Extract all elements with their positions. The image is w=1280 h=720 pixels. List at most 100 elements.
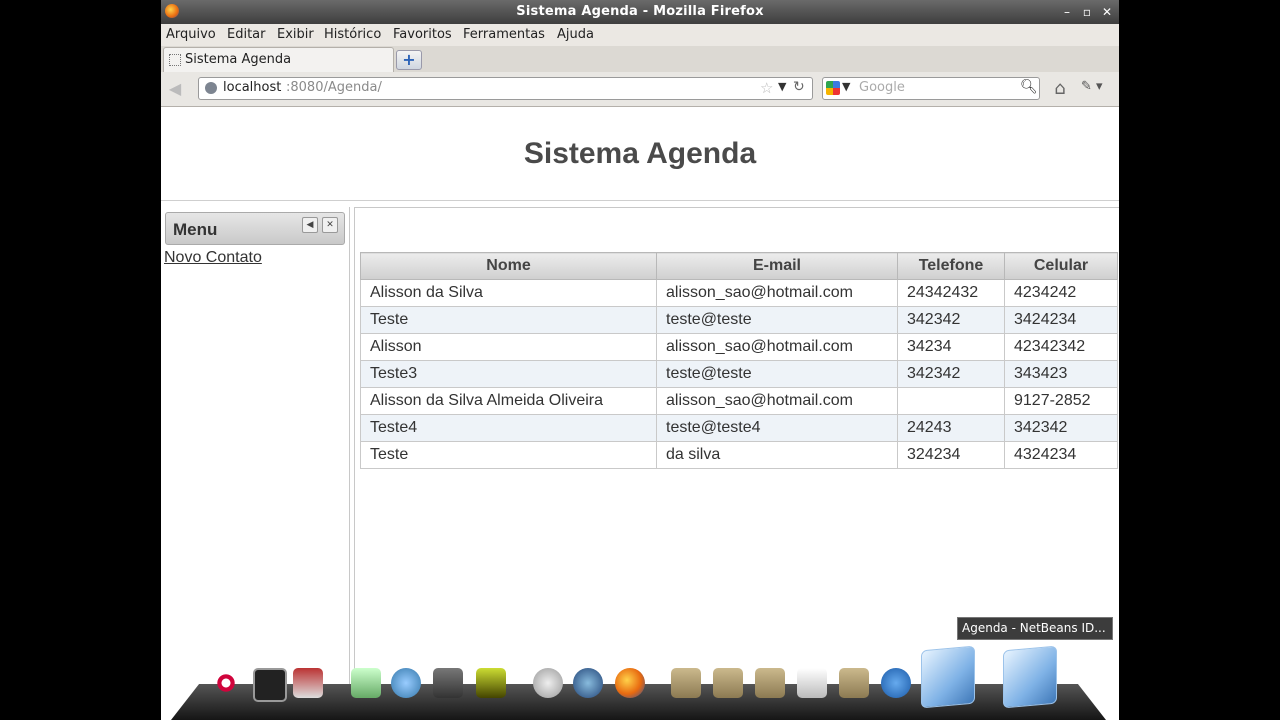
minimize-button[interactable]: – [1059, 4, 1075, 20]
tab-label: Sistema Agenda [185, 52, 292, 67]
url-bar[interactable]: localhost :8080/Agenda/ ☆ ▼ ↻ [198, 77, 813, 100]
gimp-icon[interactable] [433, 668, 463, 698]
page-icon [169, 54, 181, 66]
cell-celular: 343423 [1004, 360, 1118, 388]
table-row[interactable]: Alisson alisson_sao@hotmail.com 34234 42… [360, 333, 1118, 361]
netbeans-icon[interactable] [921, 645, 975, 709]
menu-panel-header: Menu ◀ ✕ [165, 212, 345, 245]
divider [161, 200, 1119, 201]
column-header-email[interactable]: E-mail [656, 252, 898, 280]
home-icon[interactable]: ⌂ [1049, 78, 1071, 99]
contacts-table: Nome E-mail Telefone Celular Alisson da … [360, 252, 1118, 469]
image-viewer-icon[interactable] [476, 668, 506, 698]
close-icon[interactable]: ✕ [322, 217, 338, 233]
cell-email: teste@teste [656, 306, 898, 334]
table-row[interactable]: Teste teste@teste 342342 3424234 [360, 306, 1118, 334]
search-bar[interactable]: ▼ Google 🔍︎ [822, 77, 1040, 100]
cell-email: alisson_sao@hotmail.com [656, 387, 898, 415]
menu-ferramentas[interactable]: Ferramentas [463, 27, 545, 42]
table-row[interactable]: Alisson da Silva Almeida Oliveira alisso… [360, 387, 1118, 415]
back-arrow-icon[interactable]: ◀ [165, 79, 185, 99]
cell-telefone: 24342432 [897, 279, 1005, 307]
downloads-folder-icon[interactable] [755, 668, 785, 698]
dock [171, 645, 1106, 720]
reload-icon[interactable]: ↻ [793, 79, 805, 95]
terminal-icon[interactable] [253, 668, 287, 702]
home-folder-icon[interactable] [713, 668, 743, 698]
cell-email: alisson_sao@hotmail.com [656, 279, 898, 307]
cell-telefone: 324234 [897, 441, 1005, 469]
novo-contato-link[interactable]: Novo Contato [164, 249, 262, 267]
chat-icon[interactable] [573, 668, 603, 698]
menu-title: Menu [173, 220, 218, 239]
menu-historico[interactable]: Histórico [324, 27, 381, 42]
table-row[interactable]: Alisson da Silva alisson_sao@hotmail.com… [360, 279, 1118, 307]
menu-editar[interactable]: Editar [227, 27, 266, 42]
table-header-row: Nome E-mail Telefone Celular [360, 252, 1118, 280]
accessibility-icon[interactable] [881, 668, 911, 698]
dock-tooltip: Agenda - NetBeans ID... [957, 617, 1113, 640]
cell-nome: Alisson da Silva Almeida Oliveira [360, 387, 657, 415]
collapse-icon[interactable]: ◀ [302, 217, 318, 233]
addon-icon[interactable]: ✎ ▾ [1081, 79, 1115, 97]
column-header-celular[interactable]: Celular [1004, 252, 1118, 280]
menu-ajuda[interactable]: Ajuda [557, 27, 594, 42]
cell-telefone [897, 387, 1005, 415]
google-icon[interactable] [826, 81, 840, 95]
text-editor-icon[interactable] [391, 668, 421, 698]
cell-nome: Teste [360, 306, 657, 334]
cell-telefone: 34234 [897, 333, 1005, 361]
cell-nome: Teste4 [360, 414, 657, 442]
new-tab-button[interactable]: + [396, 50, 422, 70]
cell-celular: 3424234 [1004, 306, 1118, 334]
title-bar[interactable]: Sistema Agenda - Mozilla Firefox – ▫ ✕ [161, 0, 1119, 24]
cell-celular: 42342342 [1004, 333, 1118, 361]
cell-email: da silva [656, 441, 898, 469]
cell-celular: 4234242 [1004, 279, 1118, 307]
chevron-down-icon[interactable]: ▼ [842, 80, 850, 93]
bookmark-star-icon[interactable]: ☆ [760, 79, 773, 97]
cell-celular: 342342 [1004, 414, 1118, 442]
debian-icon[interactable] [211, 668, 241, 698]
cell-email: teste@teste4 [656, 414, 898, 442]
package-manager-icon[interactable] [293, 668, 323, 698]
tab-sistema-agenda[interactable]: Sistema Agenda [163, 47, 394, 72]
menu-bar: Arquivo Editar Exibir Histórico Favorito… [161, 24, 1119, 46]
table-row[interactable]: Teste3 teste@teste 342342 343423 [360, 360, 1118, 388]
cell-telefone: 24243 [897, 414, 1005, 442]
browser-window: Sistema Agenda - Mozilla Firefox – ▫ ✕ A… [161, 0, 1119, 720]
navigation-bar: ◀ localhost :8080/Agenda/ ☆ ▼ ↻ ▼ Google… [161, 72, 1119, 107]
content-panel: Nome E-mail Telefone Celular Alisson da … [354, 207, 1119, 720]
search-icon[interactable]: 🔍︎ [1020, 79, 1038, 95]
cell-telefone: 342342 [897, 306, 1005, 334]
page-title: Sistema Agenda [523, 137, 757, 170]
cell-nome: Alisson [360, 333, 657, 361]
menu-favoritos[interactable]: Favoritos [393, 27, 452, 42]
table-row[interactable]: Teste4 teste@teste4 24243 342342 [360, 414, 1118, 442]
clock-icon[interactable] [533, 668, 563, 698]
cell-telefone: 342342 [897, 360, 1005, 388]
menu-panel: Menu ◀ ✕ Novo Contato [163, 207, 350, 720]
url-host: localhost [223, 80, 282, 95]
maximize-button[interactable]: ▫ [1079, 4, 1095, 20]
menu-arquivo[interactable]: Arquivo [166, 27, 216, 42]
url-path: :8080/Agenda/ [286, 80, 382, 95]
trash-folder-icon[interactable] [839, 668, 869, 698]
firefox-icon[interactable] [615, 668, 645, 698]
cell-email: teste@teste [656, 360, 898, 388]
window-title: Sistema Agenda - Mozilla Firefox [516, 4, 764, 19]
cell-nome: Teste [360, 441, 657, 469]
column-header-telefone[interactable]: Telefone [897, 252, 1005, 280]
calculator-icon[interactable] [351, 668, 381, 698]
device-icon[interactable] [797, 668, 827, 698]
table-row[interactable]: Teste da silva 324234 4324234 [360, 441, 1118, 469]
netbeans-agenda-icon[interactable] [1003, 645, 1057, 709]
cell-celular: 4324234 [1004, 441, 1118, 469]
cell-celular: 9127-2852 [1004, 387, 1118, 415]
close-button[interactable]: ✕ [1099, 4, 1115, 20]
tab-bar: Sistema Agenda + [161, 46, 1119, 73]
documents-folder-icon[interactable] [671, 668, 701, 698]
menu-exibir[interactable]: Exibir [277, 27, 314, 42]
column-header-nome[interactable]: Nome [360, 252, 657, 280]
chevron-down-icon[interactable]: ▼ [778, 80, 786, 93]
